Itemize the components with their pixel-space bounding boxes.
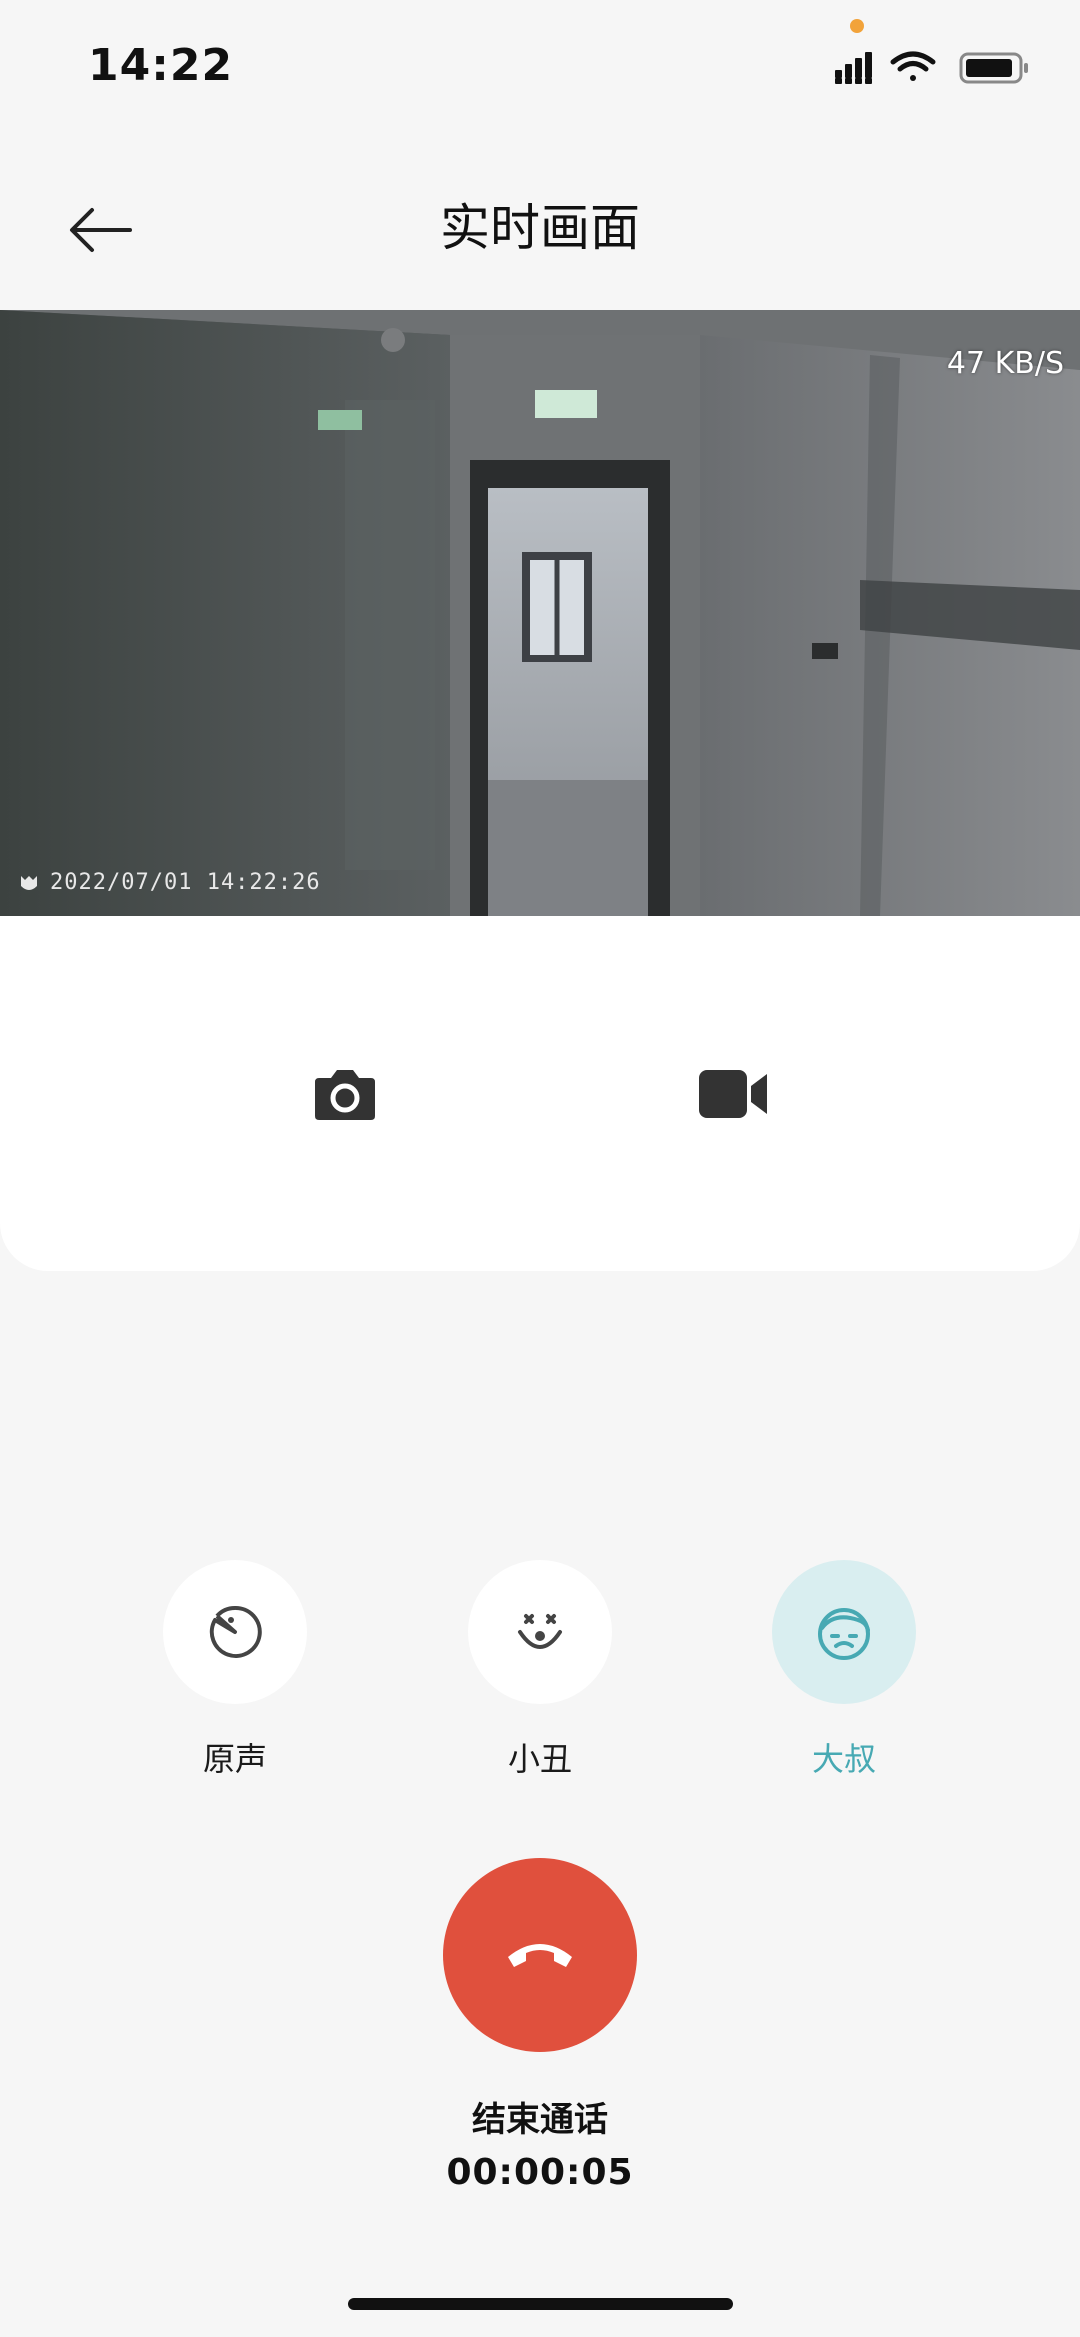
voice-label: 大叔 [811, 1740, 876, 1778]
battery-icon [959, 52, 1028, 84]
status-icons [835, 51, 1028, 84]
voice-option-circle [772, 1560, 916, 1704]
timestamp-text: 2022/07/01 14:22:26 [50, 870, 321, 895]
voice-option-original[interactable]: 原声 [145, 1560, 325, 1800]
call-duration: 00:00:05 [446, 2152, 634, 2193]
voice-option-uncle[interactable]: 大叔 [754, 1560, 934, 1800]
page-title: 实时画面 [440, 199, 640, 257]
bitrate-indicator: 47 KB/S [946, 346, 1064, 381]
privacy-indicator-dot [850, 19, 864, 33]
status-bar: 14:22 [0, 0, 1080, 120]
status-time: 14:22 [88, 40, 234, 91]
snapshot-button[interactable] [295, 1044, 395, 1144]
video-timestamp: 2022/07/01 14:22:26 [18, 870, 321, 895]
video-frame-image [0, 310, 1080, 916]
voice-option-clown[interactable]: 小丑 [450, 1560, 630, 1800]
voice-label: 小丑 [507, 1740, 572, 1778]
video-record-icon [699, 1070, 767, 1118]
end-call-button[interactable] [443, 1858, 637, 2052]
voice-option-circle [468, 1560, 612, 1704]
live-video[interactable]: 47 KB/S 2022/07/01 14:22:26 [0, 310, 1080, 916]
record-button[interactable] [683, 1044, 783, 1144]
device-logo-icon [21, 875, 37, 890]
voice-option-circle [163, 1560, 307, 1704]
end-call-label: 结束通话 [472, 2100, 608, 2140]
clown-face-icon [518, 1614, 562, 1649]
header: 实时画面 [0, 140, 1080, 300]
pacman-icon [209, 1605, 262, 1658]
controls-card [0, 916, 1080, 1271]
voice-label: 原声 [202, 1740, 267, 1778]
wifi-icon [890, 51, 936, 81]
home-indicator [348, 2298, 733, 2310]
camera-icon [315, 1070, 375, 1120]
hang-up-icon [508, 1944, 572, 1967]
uncle-face-icon [818, 1608, 870, 1660]
cellular-signal-icon [835, 52, 872, 84]
